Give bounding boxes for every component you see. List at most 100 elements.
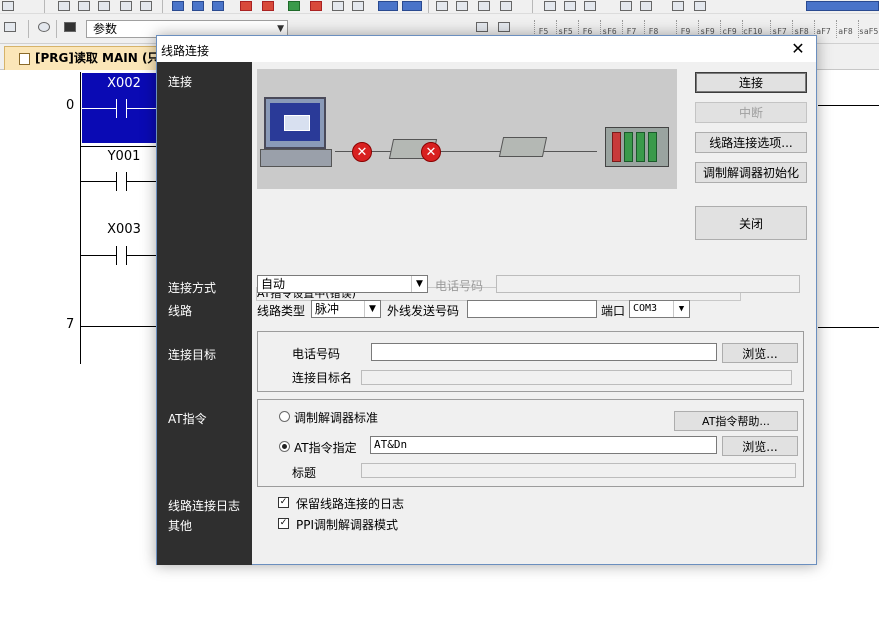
sidebar-label-at-command: AT指令 — [168, 412, 207, 426]
dialog-title-bar[interactable]: 线路连接 ✕ — [157, 36, 816, 62]
target-name-label: 连接目标名 — [292, 371, 353, 385]
dropdown-icon[interactable] — [2, 1, 14, 11]
outside-line-field[interactable] — [467, 300, 597, 318]
monitor-stop-icon[interactable] — [262, 1, 274, 11]
device-list-icon[interactable] — [352, 1, 364, 11]
line-type-value: 脉冲 — [315, 302, 340, 316]
tool-icon[interactable] — [436, 1, 448, 11]
step-number: 7 — [66, 317, 75, 332]
line-type-label: 线路类型 — [257, 304, 306, 318]
tool-icon[interactable] — [478, 1, 490, 11]
computer-icon — [264, 97, 326, 149]
monitor-start-icon[interactable] — [240, 1, 252, 11]
undo-icon[interactable] — [120, 1, 132, 11]
at-command-field[interactable]: AT&Dn — [370, 436, 717, 454]
method-phone-field — [496, 275, 800, 293]
ppi-modem-label: PPI调制解调器模式 — [296, 518, 399, 532]
read-plc-icon[interactable] — [172, 1, 184, 11]
ladder-af8-icon[interactable]: aF8 — [836, 20, 854, 38]
zoom-icon[interactable] — [620, 1, 632, 11]
contact-label: Y001 — [107, 149, 141, 164]
computer-base — [260, 149, 332, 167]
at-title-label: 标题 — [292, 466, 317, 480]
at-specify-radio[interactable] — [279, 441, 290, 452]
toolbar-panel[interactable] — [806, 1, 879, 11]
at-title-field — [361, 463, 796, 478]
copy-icon[interactable] — [78, 1, 90, 11]
keep-log-checkbox[interactable]: ✓ — [278, 497, 289, 508]
sidebar-label-connect: 连接 — [168, 75, 193, 89]
left-power-rail — [80, 72, 81, 364]
ladder-saf5-icon[interactable]: saF5 — [858, 20, 878, 38]
rung-wire — [127, 108, 158, 109]
rung-wire — [81, 181, 116, 182]
window-icon[interactable] — [694, 1, 706, 11]
error-icon: ✕ — [421, 142, 441, 162]
rung-wire — [81, 255, 116, 256]
modem-init-button[interactable]: 调制解调器初始化 — [695, 162, 807, 183]
modem-standard-radio[interactable] — [279, 411, 290, 422]
outside-line-label: 外线发送号码 — [387, 304, 460, 318]
at-help-button[interactable]: AT指令帮助... — [674, 411, 798, 431]
toolbar-separator — [428, 0, 429, 13]
toolbar-separator — [56, 20, 57, 38]
line-options-button[interactable]: 线路连接选项... — [695, 132, 807, 153]
replace-icon[interactable] — [310, 1, 322, 11]
window-icon[interactable] — [672, 1, 684, 11]
find-icon[interactable] — [288, 1, 300, 11]
close-button[interactable]: 关闭 — [695, 206, 807, 240]
modem-icon — [498, 137, 548, 157]
main-toolbar — [0, 0, 879, 14]
contact-symbol — [116, 172, 117, 191]
view-icon[interactable] — [4, 22, 16, 32]
rung-wire — [127, 181, 157, 182]
cut-icon[interactable] — [58, 1, 70, 11]
plc-module — [624, 132, 633, 162]
port-select[interactable]: COM3 ▼ — [629, 300, 690, 318]
chevron-down-icon: ▼ — [364, 301, 380, 317]
device-icon[interactable] — [332, 1, 344, 11]
sidebar-label-log: 线路连接日志 — [168, 499, 241, 513]
step-icon[interactable] — [564, 1, 576, 11]
sidebar-label-other: 其他 — [168, 519, 193, 533]
screen-window — [284, 115, 310, 131]
sidebar-label-method: 连接方式 — [168, 281, 217, 295]
at-browse-button[interactable]: 浏览... — [722, 436, 798, 456]
computer-screen — [270, 103, 320, 141]
connect-button[interactable]: 连接 — [695, 72, 807, 93]
verify-plc-icon[interactable] — [212, 1, 224, 11]
tab-program-main[interactable]: [PRG]读取 MAIN (只 — [4, 46, 174, 70]
close-icon[interactable]: ✕ — [788, 39, 808, 59]
zoom-icon[interactable] — [640, 1, 652, 11]
plc-module — [636, 132, 645, 162]
line-type-select[interactable]: 脉冲 ▼ — [311, 300, 381, 318]
method-phone-label: 电话号码 — [435, 279, 484, 293]
redo-icon[interactable] — [140, 1, 152, 11]
target-phone-field[interactable] — [371, 343, 717, 361]
connection-method-select[interactable]: 自动 ▼ — [257, 275, 428, 293]
plc-icon — [605, 127, 669, 167]
ppi-modem-checkbox[interactable]: ✓ — [278, 518, 289, 529]
toolbar-separator — [28, 20, 29, 38]
rung-wire — [81, 146, 157, 147]
connection-method-value: 自动 — [261, 277, 286, 291]
target-browse-button[interactable]: 浏览... — [722, 343, 798, 363]
binoculars-icon[interactable] — [64, 22, 76, 32]
disconnect-button[interactable]: 中断 — [695, 102, 807, 123]
step-icon[interactable] — [584, 1, 596, 11]
dev-icon[interactable] — [378, 1, 398, 11]
write-plc-icon[interactable] — [192, 1, 204, 11]
dev-monitor-icon[interactable] — [402, 1, 422, 11]
chevron-down-icon: ▼ — [411, 276, 427, 292]
cable-line — [335, 151, 597, 152]
tool-icon[interactable] — [500, 1, 512, 11]
page-icon[interactable] — [498, 22, 510, 32]
dropdown-icon[interactable] — [476, 22, 488, 32]
help-icon[interactable] — [38, 22, 50, 32]
tool-icon[interactable] — [456, 1, 468, 11]
target-phone-label: 电话号码 — [292, 347, 341, 361]
toolbar-separator — [162, 0, 163, 13]
rung-wire — [818, 105, 879, 106]
paste-icon[interactable] — [98, 1, 110, 11]
step-icon[interactable] — [544, 1, 556, 11]
